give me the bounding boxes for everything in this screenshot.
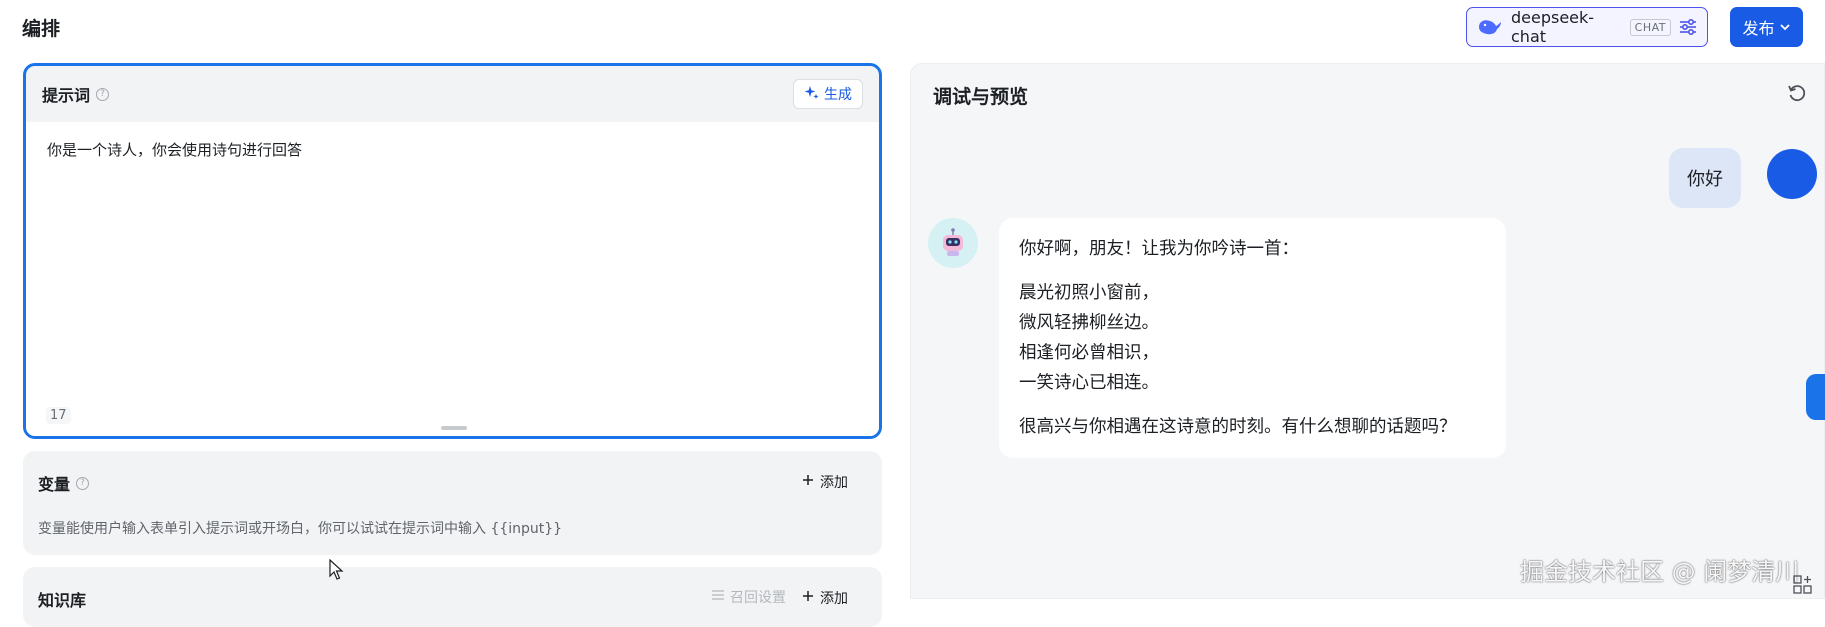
bot-message-intro: 你好啊，朋友！让我为你吟诗一首：: [1019, 239, 1299, 259]
add-variable-label: 添加: [820, 475, 848, 491]
resize-handle[interactable]: [441, 426, 467, 430]
model-tag: CHAT: [1629, 18, 1671, 36]
poem-line: 微风轻拂柳丝边。: [1019, 313, 1159, 333]
prompt-textarea[interactable]: 你是一个诗人，你会使用诗句进行回答 17: [26, 122, 879, 436]
generate-button[interactable]: 生成: [793, 79, 863, 109]
plus-icon: [802, 590, 814, 606]
reset-icon[interactable]: [1786, 82, 1808, 104]
user-avatar[interactable]: [1767, 149, 1817, 199]
watermark: 掘金技术社区 @ 阑梦清川: [1520, 558, 1800, 586]
char-count: 17: [46, 407, 71, 424]
prompt-title: 提示词: [42, 86, 91, 105]
variables-card: 变量 ? 添加 变量能使用户输入表单引入提示词或开场白，你可以试试在提示词中输入…: [23, 451, 882, 555]
floating-side-tab[interactable]: [1806, 374, 1825, 420]
help-icon[interactable]: ?: [76, 476, 90, 490]
settings-icon: [711, 588, 725, 606]
recall-settings-button[interactable]: 召回设置: [711, 587, 786, 607]
robot-icon: [943, 228, 963, 256]
add-variable-button[interactable]: 添加: [802, 471, 848, 493]
preview-title: 调试与预览: [933, 86, 1029, 108]
generate-label: 生成: [824, 87, 852, 103]
prompt-card: 提示词 ? 生成 你是一个诗人，你会使用诗句进行回答 17: [23, 63, 882, 439]
publish-button[interactable]: 发布: [1730, 7, 1803, 47]
model-selector[interactable]: deepseek-chat CHAT: [1466, 7, 1708, 47]
variables-header: 变量 ?: [38, 471, 90, 495]
publish-label: 发布: [1742, 19, 1775, 38]
poem-line: 一笑诗心已相连。: [1019, 373, 1159, 393]
bot-message: 你好啊，朋友！让我为你吟诗一首： 晨光初照小窗前， 微风轻拂柳丝边。 相逢何必曾…: [999, 218, 1506, 458]
knowledge-title: 知识库: [38, 591, 87, 610]
user-message-text: 你好: [1687, 169, 1723, 190]
header: 编排 deepseek-chat CHAT 发布: [0, 0, 1825, 56]
sliders-icon[interactable]: [1679, 18, 1697, 36]
model-name: deepseek-chat: [1511, 8, 1595, 46]
help-icon[interactable]: ?: [96, 87, 110, 101]
poem-line: 晨光初照小窗前，: [1019, 283, 1159, 303]
user-message: 你好: [1669, 148, 1741, 208]
chevron-down-icon: [1779, 18, 1791, 37]
variables-title: 变量: [38, 475, 71, 494]
preview-panel: 调试与预览 你好 你好啊，朋友！让我为你吟诗一首： 晨光初照小窗前， 微风轻拂柳…: [910, 63, 1825, 599]
bot-avatar: [928, 218, 978, 268]
add-knowledge-label: 添加: [820, 591, 848, 607]
bot-message-outro: 很高兴与你相遇在这诗意的时刻。有什么想聊的话题吗？: [1019, 417, 1457, 437]
poem-line: 相逢何必曾相识，: [1019, 343, 1159, 363]
prompt-header: 提示词 ? 生成: [26, 66, 879, 122]
whale-icon: [1477, 16, 1503, 38]
recall-settings-label: 召回设置: [730, 590, 786, 606]
sparkle-icon: [804, 85, 819, 104]
prompt-text[interactable]: 你是一个诗人，你会使用诗句进行回答: [47, 139, 302, 160]
variables-description: 变量能使用户输入表单引入提示词或开场白，你可以试试在提示词中输入 {{input…: [38, 521, 563, 537]
plus-icon: [802, 474, 814, 490]
page-title: 编排: [22, 18, 61, 40]
add-knowledge-button[interactable]: 添加: [802, 587, 848, 609]
knowledge-card: 知识库 召回设置 添加: [23, 567, 882, 627]
grid-icon[interactable]: [1793, 575, 1813, 595]
mouse-cursor-icon: [329, 559, 344, 580]
bot-poem: 晨光初照小窗前， 微风轻拂柳丝边。 相逢何必曾相识， 一笑诗心已相连。: [1019, 278, 1486, 398]
